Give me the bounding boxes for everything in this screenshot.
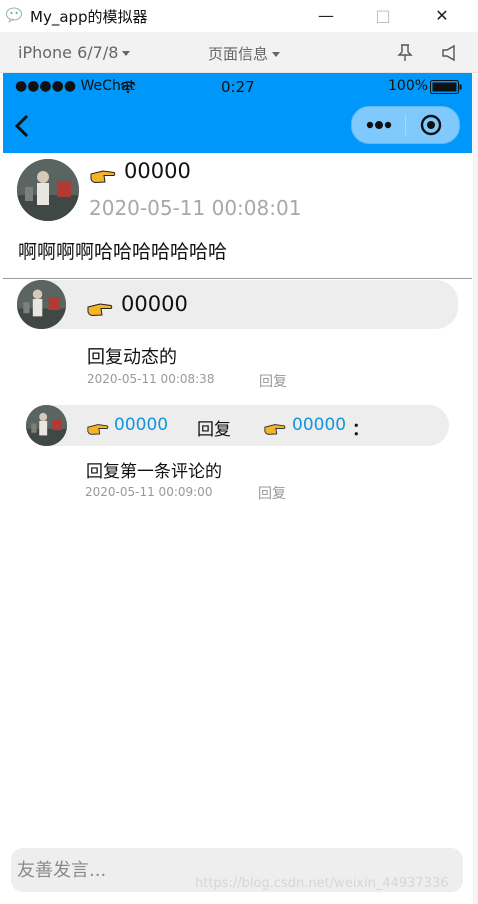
pointing-hand-icon <box>87 424 109 435</box>
close-miniprogram-icon[interactable] <box>420 114 442 136</box>
comment-content: 回复动态的 <box>87 347 177 368</box>
csdn-watermark: https://blog.csdn.net/weixin_44937336 <box>195 876 449 891</box>
more-dots-icon[interactable] <box>366 120 394 130</box>
comment-author-name[interactable]: 00000 <box>121 292 188 316</box>
page-info-select[interactable]: 页面信息 <box>208 43 281 64</box>
comment-header-bubble <box>17 280 458 329</box>
comment-author-avatar[interactable] <box>17 280 66 329</box>
post-author-avatar[interactable] <box>17 159 79 221</box>
reply-colon: ： <box>352 420 369 440</box>
status-time: 0:27 <box>221 78 255 96</box>
carrier-label: ●●●●● WeChat <box>15 78 135 94</box>
post-author-name[interactable]: 00000 <box>124 159 191 183</box>
navigation-bar <box>3 100 472 153</box>
reply-from-name[interactable]: 00000 <box>114 415 168 435</box>
chevron-down-icon <box>122 51 131 56</box>
capsule-divider <box>405 115 406 135</box>
chevron-down-icon <box>272 52 281 57</box>
wechat-devtools-icon <box>6 7 22 23</box>
speaker-icon[interactable] <box>441 44 457 62</box>
pointing-hand-icon <box>264 424 286 435</box>
pointing-hand-icon <box>87 303 113 317</box>
avatar-photo <box>17 280 66 329</box>
back-arrow-icon[interactable] <box>13 114 31 138</box>
reply-content: 回复第一条评论的 <box>86 462 222 482</box>
device-select[interactable]: iPhone 6/7/8 <box>18 43 131 62</box>
reply-connector: 回复 <box>197 420 231 440</box>
comment-time: 2020-05-11 00:08:38 <box>87 372 215 386</box>
wifi-icon <box>120 81 136 93</box>
close-button[interactable]: ✕ <box>422 4 462 28</box>
window-title: My_app的模拟器 <box>30 8 148 26</box>
pointing-hand-icon <box>90 170 116 184</box>
post-divider <box>3 278 472 279</box>
reply-author-avatar[interactable] <box>26 405 67 446</box>
pin-icon[interactable] <box>397 44 413 62</box>
post-time: 2020-05-11 00:08:01 <box>89 196 302 220</box>
window-titlebar: My_app的模拟器 — □ ✕ <box>0 0 478 32</box>
capsule-menu <box>351 106 460 144</box>
comment-reply-button[interactable]: 回复 <box>259 371 287 391</box>
page-info-label: 页面信息 <box>208 45 269 63</box>
simulator-edge <box>473 73 478 904</box>
phone-screen: ●●●●● WeChat 0:27 100% 00000 2020-05-11 … <box>3 73 472 904</box>
reply-reply-button[interactable]: 回复 <box>258 483 286 503</box>
minimize-button[interactable]: — <box>306 4 346 28</box>
avatar-photo <box>17 159 79 221</box>
device-toolbar: iPhone 6/7/8 页面信息 <box>0 32 478 73</box>
avatar-photo <box>26 405 67 446</box>
status-bar: ●●●●● WeChat 0:27 100% <box>3 73 472 100</box>
reply-time: 2020-05-11 00:09:00 <box>85 485 213 499</box>
battery-percent: 100% <box>388 78 429 94</box>
device-select-label: iPhone 6/7/8 <box>18 43 119 62</box>
post-content: 啊啊啊啊哈哈哈哈哈哈哈 <box>18 241 228 263</box>
reply-to-name[interactable]: 00000 <box>292 415 346 435</box>
battery-icon <box>430 80 462 94</box>
maximize-button[interactable]: □ <box>363 4 403 28</box>
